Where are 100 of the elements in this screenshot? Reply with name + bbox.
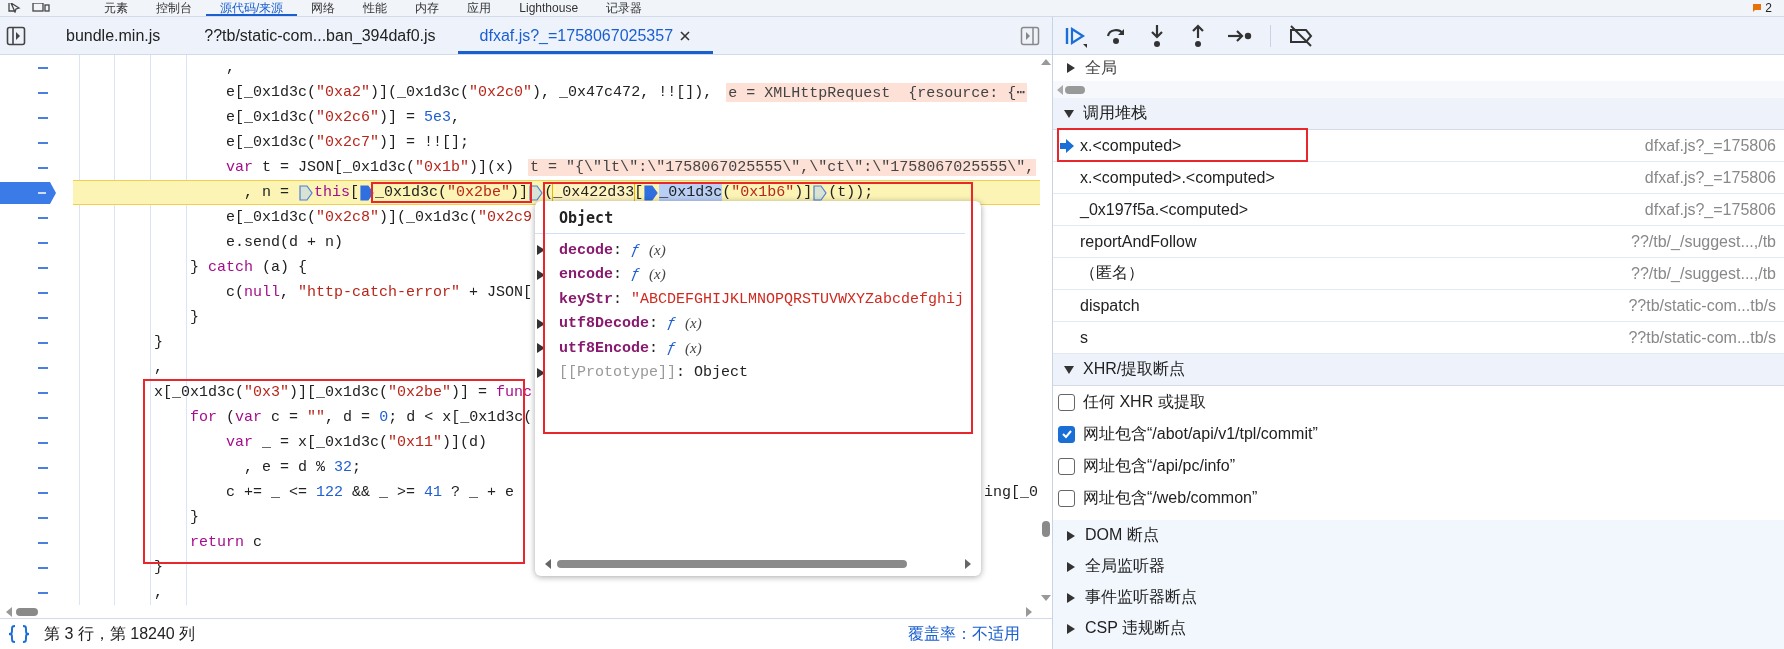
call-frame[interactable]: x.<computed> dfxaf.js?_=175806 xyxy=(1053,130,1784,162)
section-header[interactable]: 事件监听器断点 xyxy=(1053,582,1784,613)
section-header[interactable]: 调用堆栈 xyxy=(1053,98,1784,130)
file-tab[interactable]: bundle.min.js xyxy=(44,17,183,54)
section-header[interactable]: XHR/提取断点 xyxy=(1053,354,1784,386)
call-frame[interactable]: x.<computed>.<computed> dfxaf.js?_=175806 xyxy=(1053,162,1784,194)
expand-icon[interactable] xyxy=(537,245,545,256)
expand-icon[interactable] xyxy=(537,343,545,354)
scroll-thumb[interactable] xyxy=(16,607,38,616)
line-marker-icon[interactable] xyxy=(38,66,48,69)
issues-count: 2 xyxy=(1765,0,1772,16)
scope-row[interactable]: 全局 xyxy=(1053,55,1784,81)
scroll-left-icon[interactable] xyxy=(6,606,12,617)
panel-tab[interactable]: 应用 xyxy=(453,0,506,16)
call-frame[interactable]: （匿名） ??/tb/_/suggest...,/tb xyxy=(1053,258,1784,290)
line-marker-icon[interactable] xyxy=(38,291,48,294)
pretty-print-icon[interactable] xyxy=(8,625,30,643)
panel-tab[interactable]: Lighthouse xyxy=(505,0,593,16)
colon: : xyxy=(613,266,623,284)
line-marker-icon[interactable] xyxy=(38,241,48,244)
scroll-down-icon[interactable] xyxy=(1041,595,1051,601)
line-marker-icon[interactable] xyxy=(38,591,48,594)
line-marker-icon[interactable] xyxy=(38,516,48,519)
code-line: } catch (a) { xyxy=(190,259,308,276)
execution-marker-icon[interactable] xyxy=(0,180,57,205)
panel-tab[interactable]: 记录器 xyxy=(592,0,657,16)
line-marker-icon[interactable] xyxy=(38,266,48,269)
line-marker-icon[interactable] xyxy=(38,141,48,144)
frame-location[interactable]: ??/tb/_/suggest...,/tb xyxy=(1631,232,1784,251)
checkbox[interactable] xyxy=(1058,489,1075,507)
property-name: keyStr xyxy=(559,290,613,308)
coverage-link[interactable]: 覆盖率：不适用 xyxy=(908,623,1020,645)
close-icon[interactable] xyxy=(679,29,692,42)
line-marker-icon[interactable] xyxy=(38,91,48,94)
frame-location[interactable]: dfxaf.js?_=175806 xyxy=(1644,200,1784,219)
line-marker-icon[interactable] xyxy=(38,491,48,494)
scroll-right-icon[interactable] xyxy=(965,559,971,569)
checkbox[interactable] xyxy=(1058,393,1075,411)
code-token: , n = xyxy=(244,184,291,201)
checkbox[interactable] xyxy=(1058,457,1075,475)
pane-toggle-icon[interactable] xyxy=(1020,25,1040,46)
issues-badge[interactable]: 2 xyxy=(1752,0,1772,16)
scroll-thumb[interactable] xyxy=(1042,521,1050,537)
checkbox[interactable] xyxy=(1058,425,1075,443)
line-marker-icon[interactable] xyxy=(38,341,48,344)
checkbox-label[interactable]: 任何 XHR 或提取 xyxy=(1083,391,1206,413)
code-line: e[_0x1d3c("0x2c8")](_0x1d3c("0x2c9 xyxy=(226,209,533,226)
line-marker-icon[interactable] xyxy=(38,116,48,119)
code-line: var _ = x[_0x1d3c("0x11")](d) xyxy=(226,434,488,451)
code-line: , xyxy=(226,59,236,76)
colon: : xyxy=(649,315,659,333)
line-marker-icon[interactable] xyxy=(38,216,48,219)
file-tab[interactable]: ??tb/static-com...ban_394daf0.js xyxy=(182,17,458,54)
property-value: (x) xyxy=(649,266,666,284)
code-line: e.send(d + n) xyxy=(226,234,344,251)
scroll-right-icon[interactable] xyxy=(1026,606,1032,617)
line-marker-icon[interactable] xyxy=(38,366,48,369)
expand-icon[interactable] xyxy=(537,367,545,378)
section-header[interactable]: CSP 违规断点 xyxy=(1053,613,1784,644)
line-marker-icon[interactable] xyxy=(38,316,48,319)
scroll-left-icon[interactable] xyxy=(545,559,551,569)
deactivate-breakpoints-icon[interactable] xyxy=(1288,23,1314,48)
line-marker-icon[interactable] xyxy=(38,466,48,469)
section-header[interactable]: DOM 断点 xyxy=(1053,520,1784,551)
expand-icon[interactable] xyxy=(537,269,545,280)
scroll-thumb[interactable] xyxy=(1065,85,1085,94)
code-token: _0x422d33 xyxy=(553,184,635,201)
code-line: } xyxy=(190,509,200,526)
checkbox-label[interactable]: 网址包含“/abot/api/v1/tpl/commit” xyxy=(1083,423,1318,445)
section-header[interactable]: 全局监听器 xyxy=(1053,551,1784,582)
line-marker-icon[interactable] xyxy=(38,541,48,544)
frame-location[interactable]: dfxaf.js?_=175806 xyxy=(1644,168,1784,187)
frame-location[interactable]: ??tb/static-com...tb/s xyxy=(1628,296,1784,315)
device-icon[interactable] xyxy=(32,3,50,13)
code-token: (t)); xyxy=(828,184,874,201)
sidebar-toggle-icon[interactable] xyxy=(6,25,26,46)
expand-icon[interactable] xyxy=(537,318,545,329)
panel-tab[interactable]: 内存 xyxy=(401,0,454,16)
call-frame[interactable]: reportAndFollow ??/tb/_/suggest...,/tb xyxy=(1053,226,1784,258)
panel-tab[interactable]: 元素 xyxy=(90,0,142,16)
panel-tab[interactable]: 性能 xyxy=(349,0,402,16)
panel-tab[interactable]: 网络 xyxy=(297,0,350,16)
colon: : xyxy=(613,241,623,259)
panel-tab[interactable]: 控制台 xyxy=(142,0,206,16)
line-marker-icon[interactable] xyxy=(38,166,48,169)
scroll-up-icon[interactable] xyxy=(1041,59,1051,65)
checkbox-label[interactable]: 网址包含“/api/pc/info” xyxy=(1083,455,1236,477)
call-frame[interactable]: dispatch ??tb/static-com...tb/s xyxy=(1053,290,1784,322)
scroll-thumb[interactable] xyxy=(557,560,907,568)
line-marker-icon[interactable] xyxy=(38,566,48,569)
frame-location[interactable]: ??/tb/_/suggest...,/tb xyxy=(1631,264,1784,283)
line-marker-icon[interactable] xyxy=(38,441,48,444)
code-line: e[_0x1d3c("0xa2")](_0x1d3c("0x2c0"), _0x47c472, !![]), xyxy=(226,84,713,101)
line-marker-icon[interactable] xyxy=(38,416,48,419)
frame-location[interactable]: dfxaf.js?_=175806 xyxy=(1644,136,1784,155)
function-glyph: ƒ xyxy=(631,266,641,284)
call-frame[interactable]: _0x197f5a.<computed> dfxaf.js?_=175806 xyxy=(1053,194,1784,226)
frame-location[interactable]: ??tb/static-com...tb/s xyxy=(1628,328,1784,347)
line-marker-icon[interactable] xyxy=(38,391,48,394)
checkbox-label[interactable]: 网址包含“/web/common” xyxy=(1083,487,1258,509)
